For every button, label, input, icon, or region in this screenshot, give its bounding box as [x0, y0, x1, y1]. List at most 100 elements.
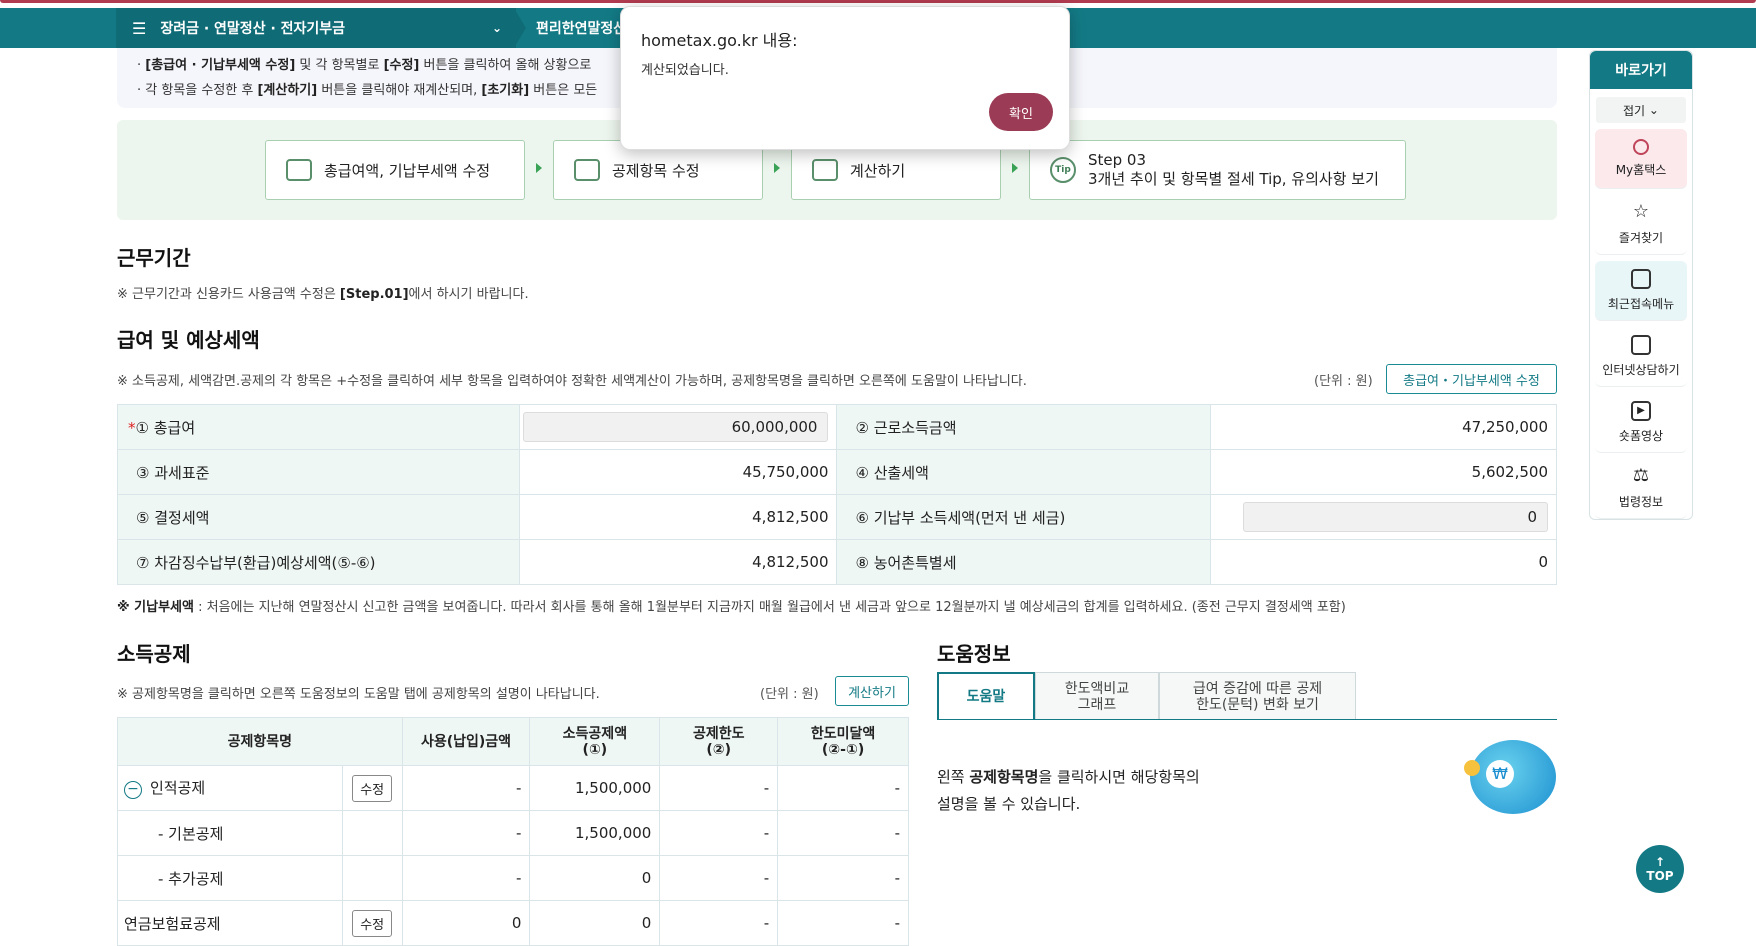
mascot-image	[1464, 740, 1556, 814]
col-limit: 공제한도 (②)	[659, 717, 779, 766]
gavel-icon: ⚖	[1632, 465, 1650, 486]
amount-value: 1,500,000	[529, 810, 661, 856]
recent-search-icon	[1631, 269, 1651, 289]
prepaid-tax-field[interactable]: 0	[1243, 502, 1548, 532]
star-icon: ☆	[1632, 201, 1650, 222]
dialog-message: 계산되었습니다.	[641, 63, 729, 78]
tab-help[interactable]: 도움말	[937, 672, 1035, 720]
top-label: TOP	[1646, 869, 1674, 883]
label-earned-income[interactable]: ② 근로소득금액	[836, 404, 1212, 450]
arrow-up-icon: ↑	[1654, 855, 1666, 869]
limit-value: -	[659, 855, 779, 901]
step-label: 총급여액, 기납부세액 수정	[324, 161, 491, 180]
amount-value: 0	[529, 855, 661, 901]
tab-underline	[937, 719, 1557, 720]
calculate-button[interactable]: 계산하기	[835, 676, 909, 706]
shortfall-value: -	[777, 855, 909, 901]
limit-value: -	[659, 810, 779, 856]
step-label: 계산하기	[850, 161, 906, 180]
chevron-down-icon: ⌄	[491, 21, 502, 35]
total-salary-value: 60,000,000	[518, 404, 838, 450]
calculator-icon	[812, 159, 838, 181]
quick-my-hometax[interactable]: My홈택스	[1595, 129, 1687, 189]
edit-button[interactable]: 수정	[352, 774, 393, 802]
total-salary-field[interactable]: 60,000,000	[523, 412, 829, 442]
nav-sub-menu[interactable]: 편리한연말정산	[536, 8, 626, 48]
table-row: ⑦ 차감징수납부(환급)예상세액(⑤-⑥) 4,812,500 ⑧ 농어촌특별세…	[117, 539, 1557, 585]
row-basic-deduction[interactable]: - 기본공제	[117, 810, 343, 856]
nav-sub-label: 편리한연말정산	[536, 21, 627, 37]
expected-tax-value: 4,812,500	[518, 539, 838, 585]
quick-menu-title: 바로가기	[1590, 51, 1692, 89]
laptop-icon	[1631, 335, 1651, 355]
row-pension-deduction[interactable]: 연금보험료공제	[117, 900, 343, 946]
deduction-title: 소득공제	[117, 642, 191, 666]
quick-recent-menu[interactable]: 최근접속메뉴	[1595, 261, 1687, 321]
quick-favorites[interactable]: ☆ 즐겨찾기	[1595, 195, 1687, 255]
edit-button[interactable]: 수정	[352, 909, 393, 937]
label-prepaid-tax[interactable]: ⑥ 기납부 소득세액(먼저 낸 세금)	[836, 494, 1212, 540]
salary-unit: (단위 : 원)	[1314, 374, 1373, 389]
menu-icon: ☰	[132, 18, 147, 38]
calculated-tax-value: 5,602,500	[1210, 449, 1557, 495]
row-personal-deduction[interactable]: − 인적공제	[117, 765, 343, 811]
quick-online-consult[interactable]: 인터넷상담하기	[1595, 327, 1687, 387]
tab-limit-graph[interactable]: 한도액비교 그래프	[1035, 672, 1159, 720]
work-period-note: ※ 근무기간과 신용카드 사용금액 수정은 [Step.01]에서 하시기 바랍…	[117, 287, 529, 302]
edit-cell: 수정	[341, 900, 403, 946]
label-calculated-tax[interactable]: ④ 산출세액	[836, 449, 1212, 495]
shortfall-value: -	[777, 765, 909, 811]
play-icon: ▶	[1631, 401, 1651, 421]
label-expected-tax[interactable]: ⑦ 차감징수납부(환급)예상세액(⑤-⑥)	[117, 539, 520, 585]
step-03-tips[interactable]: Tip Step 03 3개년 추이 및 항목별 절세 Tip, 유의사항 보기	[1029, 140, 1406, 200]
nav-main-menu[interactable]: ☰ 장려금 · 연말정산 · 전자기부금 ⌄	[116, 8, 516, 48]
used-value: 0	[401, 900, 531, 946]
tab-threshold-change[interactable]: 급여 증감에 따른 공제 한도(문턱) 변화 보기	[1159, 672, 1356, 720]
shortfall-value: -	[777, 900, 909, 946]
row-additional-deduction[interactable]: - 추가공제	[117, 855, 343, 901]
salary-title: 급여 및 예상세액	[117, 328, 260, 352]
rural-tax-value: 0	[1210, 539, 1557, 585]
fold-button[interactable]: 접기 ⌄	[1596, 97, 1686, 123]
prepaid-footnote: ※ 기납부세액 : 처음에는 지난해 연말정산시 신고한 금액을 보여줍니다. …	[117, 600, 1346, 615]
table-row: *① 총급여 60,000,000 ② 근로소득금액 47,250,000	[117, 404, 1557, 450]
deduction-note: ※ 공제항목명을 클릭하면 오른쪽 도움정보의 도움말 탭에 공제항목의 설명이…	[117, 687, 600, 702]
step-03-text: Step 03 3개년 추이 및 항목별 절세 Tip, 유의사항 보기	[1088, 151, 1379, 189]
col-name: 공제항목명	[117, 717, 403, 766]
label-tax-base[interactable]: ③ 과세표준	[117, 449, 520, 495]
used-value: -	[401, 765, 531, 811]
prepaid-tax-value: 0	[1210, 494, 1557, 540]
salary-note: ※ 소득공제, 세액감면.공제의 각 항목은 +수정을 클릭하여 세부 항목을 …	[117, 374, 1027, 389]
limit-value: -	[659, 900, 779, 946]
step-arrow	[536, 163, 542, 173]
step-edit-salary[interactable]: 총급여액, 기납부세액 수정	[265, 140, 525, 200]
col-shortfall: 한도미달액 (②-①)	[777, 717, 909, 766]
quick-menu: 바로가기 접기 ⌄ My홈택스 ☆ 즐겨찾기 최근접속메뉴 인터넷상담하기 ▶ 숏폼…	[1589, 50, 1693, 520]
used-value: -	[401, 810, 531, 856]
tax-base-value: 45,750,000	[518, 449, 838, 495]
scroll-top-button[interactable]: ↑ TOP	[1636, 845, 1684, 893]
label-rural-tax[interactable]: ⑧ 농어촌특별세	[836, 539, 1212, 585]
nav-divider	[514, 8, 526, 48]
edit-deduction-icon	[574, 159, 600, 181]
collapse-icon[interactable]: −	[124, 781, 142, 799]
help-title: 도움정보	[937, 642, 1011, 666]
quick-law-info[interactable]: ⚖ 법령정보	[1595, 459, 1687, 519]
deduction-unit: (단위 : 원)	[760, 687, 819, 702]
dialog-ok-button[interactable]: 확인	[989, 93, 1053, 131]
label-determined-tax[interactable]: ⑤ 결정세액	[117, 494, 520, 540]
help-tabs: 도움말 한도액비교 그래프 급여 증감에 따른 공제 한도(문턱) 변화 보기	[937, 672, 1356, 720]
amount-value: 0	[529, 900, 661, 946]
table-row: ③ 과세표준 45,750,000 ④ 산출세액 5,602,500	[117, 449, 1557, 495]
work-period-title: 근무기간	[117, 246, 191, 270]
label-total-salary[interactable]: *① 총급여	[117, 404, 520, 450]
determined-tax-value: 4,812,500	[518, 494, 838, 540]
salary-table: *① 총급여 60,000,000 ② 근로소득금액 47,250,000 ③ …	[117, 404, 1557, 585]
limit-value: -	[659, 765, 779, 811]
edit-salary-button[interactable]: 총급여・기납부세액 수정	[1386, 364, 1557, 394]
quick-shortform-video[interactable]: ▶ 숏폼영상	[1595, 393, 1687, 453]
user-icon	[1633, 139, 1649, 155]
required-mark: *	[128, 418, 136, 437]
table-row: 연금보험료공제 수정 0 0 - -	[117, 900, 909, 946]
col-used: 사용(납입)금액	[401, 717, 531, 766]
